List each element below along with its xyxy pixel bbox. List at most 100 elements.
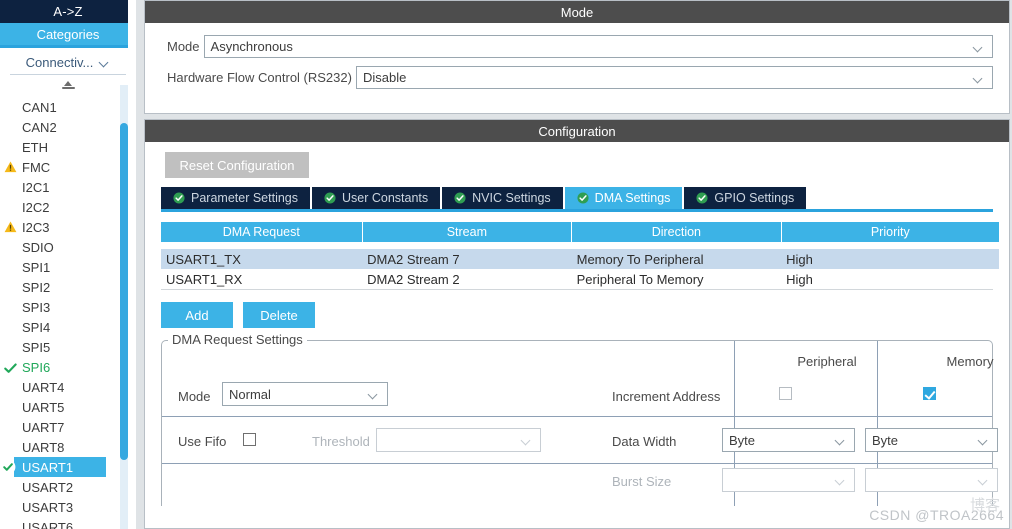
burst-size-memory-select[interactable] (865, 468, 998, 492)
sidebar-item-spi1[interactable]: SPI1 (0, 257, 136, 277)
tab-nvic-settings[interactable]: NVIC Settings (442, 187, 563, 209)
burst-size-label: Burst Size (612, 474, 672, 489)
row-divider-1 (162, 416, 992, 417)
data-width-label: Data Width (612, 434, 677, 449)
table-header-cell[interactable]: Priority (781, 222, 999, 242)
circle-check-icon (577, 192, 589, 204)
dma-request-settings-group: DMA Request Settings Peripheral Memory M… (161, 332, 998, 506)
table-bottom-rule (161, 289, 993, 290)
dma-mode-label: Mode (178, 389, 211, 404)
tab-gpio-settings[interactable]: GPIO Settings (684, 187, 807, 209)
dma-table-actions: Add Delete (161, 302, 999, 328)
sidebar-item-usart3[interactable]: USART3 (0, 497, 136, 517)
mode-select[interactable]: Asynchronous (203, 35, 993, 58)
sidebar-item-i2c1[interactable]: I2C1 (0, 177, 136, 197)
table-header-row: DMA Request Stream Direction Priority (161, 222, 999, 242)
tab-label: User Constants (342, 191, 429, 205)
table-header-cell[interactable]: Direction (571, 222, 782, 242)
table-spacer (161, 242, 999, 249)
chevron-down-icon (835, 477, 846, 484)
sidebar-item-spi3[interactable]: SPI3 (0, 297, 136, 317)
tab-dma-settings[interactable]: DMA Settings (564, 187, 683, 209)
sidebar-item-uart5[interactable]: UART5 (0, 397, 136, 417)
sidebar-item-can1[interactable]: CAN1 (0, 97, 136, 117)
chevron-down-icon (973, 44, 984, 51)
threshold-select[interactable] (376, 428, 541, 452)
sidebar-item-sdio[interactable]: SDIO (0, 237, 136, 257)
sidebar-item-usart2[interactable]: USART2 (0, 477, 136, 497)
configuration-panel: Configuration Reset Configuration Parame… (144, 119, 1010, 529)
circle-check-icon (173, 192, 185, 204)
table-row[interactable]: USART1_RX DMA2 Stream 2 Peripheral To Memo… (161, 269, 999, 289)
delete-button[interactable]: Delete (243, 302, 315, 328)
dma-mode-select[interactable]: Normal (222, 382, 388, 406)
add-button[interactable]: Add (161, 302, 233, 328)
sidebar-item-spi5[interactable]: SPI5 (0, 337, 136, 357)
circle-check-icon (324, 192, 336, 204)
sidebar-item-spi6[interactable]: SPI6 (0, 357, 136, 377)
tab-categories-label: Categories (36, 26, 100, 42)
configuration-tabbar: Parameter Settings User Constants NVIC Set… (161, 187, 999, 209)
category-group-label: Connectiv... (25, 54, 94, 70)
table-header-cell[interactable]: Stream (362, 222, 573, 242)
sidebar-item-eth[interactable]: ETH (0, 137, 136, 157)
increment-address-memory-checkbox[interactable] (923, 387, 936, 400)
dma-request-settings-body: Peripheral Memory Mode Normal Increment … (162, 341, 998, 506)
data-width-memory-select[interactable]: Byte (865, 428, 998, 452)
data-width-peripheral-select[interactable]: Byte (722, 428, 855, 452)
table-cell: DMA2 Stream 2 (362, 269, 572, 289)
sidebar-item-usart6[interactable]: USART6 (0, 517, 136, 529)
chevron-down-icon (978, 477, 989, 484)
sidebar-item-i2c3[interactable]: I2C3 (0, 217, 136, 237)
sidebar-item-uart7[interactable]: UART7 (0, 417, 136, 437)
category-group-connectivity[interactable]: Connectiv... (0, 48, 136, 74)
dma-table-body: USART1_TX DMA2 Stream 7 Memory To Peripher… (161, 242, 999, 289)
sidebar-item-label: USART2 (22, 479, 74, 495)
sidebar-item-uart8[interactable]: UART8 (0, 437, 136, 457)
data-width-peripheral-value: Byte (729, 432, 756, 448)
chevron-down-icon (368, 391, 379, 398)
hardware-flow-control-select[interactable]: Disable (355, 66, 993, 89)
column-header-peripheral: Peripheral (797, 354, 857, 369)
increment-address-peripheral-checkbox[interactable] (779, 387, 792, 400)
burst-size-peripheral-select[interactable] (722, 468, 855, 492)
hardware-flow-control-label: Hardware Flow Control (RS232) (167, 70, 352, 85)
mode-panel-body: Mode Asynchronous Hardware Flow Control … (145, 23, 1009, 89)
sidebar-item-can2[interactable]: CAN2 (0, 117, 136, 137)
sidebar-item-i2c2[interactable]: I2C2 (0, 197, 136, 217)
circle-check-icon (454, 192, 466, 204)
scroll-up-button[interactable] (0, 75, 136, 97)
sidebar-item-usart1[interactable]: USART1 (0, 457, 106, 477)
tab-user-constants[interactable]: User Constants (312, 187, 441, 209)
table-cell: High (781, 269, 999, 289)
table-cell: Memory To Peripheral (571, 249, 782, 269)
sidebar-item-label: USART6 (22, 519, 74, 529)
sidebar-item-spi2[interactable]: SPI2 (0, 277, 136, 297)
configuration-panel-body: Reset Configuration Parameter Settings Us… (145, 142, 1009, 506)
scroll-up-icon (61, 80, 75, 92)
sidebar-item-label: UART7 (22, 419, 65, 435)
table-row[interactable]: USART1_TX DMA2 Stream 7 Memory To Peripher… (161, 249, 999, 269)
configuration-panel-title: Configuration (145, 120, 1009, 142)
sidebar-item-label: SPI5 (22, 339, 51, 355)
sidebar-edge (128, 0, 136, 529)
warning-icon (4, 161, 17, 173)
mode-panel-title-label: Mode (560, 4, 594, 20)
reset-configuration-button[interactable]: Reset Configuration (165, 152, 309, 178)
sidebar-item-spi4[interactable]: SPI4 (0, 317, 136, 337)
dma-table-head: DMA Request Stream Direction Priority (161, 222, 999, 242)
mode-select-value: Asynchronous (210, 39, 293, 54)
main-area: Mode Mode Asynchronous Hardware Flow Con… (136, 0, 1012, 529)
table-header-cell[interactable]: DMA Request (161, 222, 363, 242)
sidebar-item-label: CAN2 (22, 119, 57, 135)
tab-parameter-settings[interactable]: Parameter Settings (161, 187, 310, 209)
use-fifo-checkbox[interactable] (243, 433, 256, 446)
increment-address-label: Increment Address (612, 389, 721, 404)
tab-categories[interactable]: Categories (0, 23, 136, 45)
sidebar-scrollbar-thumb[interactable] (120, 123, 128, 460)
tab-label: Parameter Settings (191, 191, 298, 205)
sidebar-item-uart4[interactable]: UART4 (0, 377, 136, 397)
chevron-down-icon (99, 59, 110, 66)
tab-a-to-z[interactable]: A->Z (0, 0, 136, 23)
sidebar-item-fmc[interactable]: FMC (0, 157, 136, 177)
